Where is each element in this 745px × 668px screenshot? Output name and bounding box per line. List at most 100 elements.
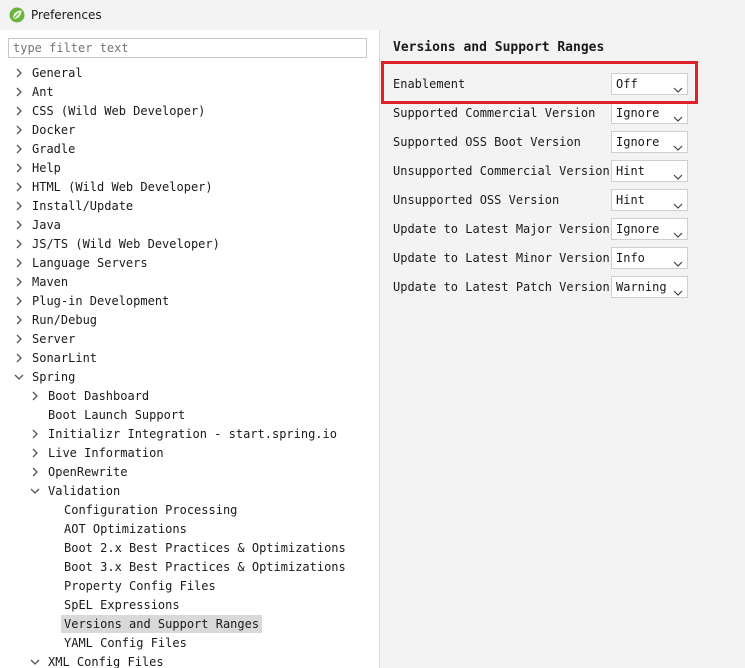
setting-select[interactable]: Ignore — [611, 102, 688, 124]
setting-label: Supported OSS Boot Version — [393, 135, 581, 149]
setting-select[interactable]: Ignore — [611, 131, 688, 153]
chevron-right-icon[interactable] — [29, 425, 41, 443]
tree-item[interactable]: Configuration Processing — [45, 501, 240, 519]
tree-item[interactable]: Docker — [13, 121, 78, 139]
tree-item[interactable]: HTML (Wild Web Developer) — [13, 178, 216, 196]
setting-select[interactable]: Info — [611, 247, 688, 269]
setting-row: Unsupported Commercial Version Hint — [393, 160, 745, 182]
tree-item[interactable]: Boot 3.x Best Practices & Optimizations — [45, 558, 349, 576]
tree-item[interactable]: YAML Config Files — [45, 634, 190, 652]
tree-item[interactable]: XML Config Files — [29, 653, 167, 668]
tree-item[interactable]: Boot 2.x Best Practices & Optimizations — [45, 539, 349, 557]
preferences-navigation-pane: General Ant CSS (Wild Web Developer) Docker… — [0, 30, 379, 668]
tree-item[interactable]: Ant — [13, 83, 57, 101]
chevron-down-icon[interactable] — [673, 138, 683, 158]
setting-row: Update to Latest Major Version Ignore — [393, 218, 745, 240]
tree-item[interactable]: Gradle — [13, 140, 78, 158]
tree-item-label: Maven — [32, 275, 69, 289]
chevron-right-icon[interactable] — [13, 216, 25, 234]
chevron-right-icon[interactable] — [13, 349, 25, 367]
setting-select[interactable]: Warning — [611, 276, 688, 298]
tree-item-label: JS/TS (Wild Web Developer) — [32, 237, 220, 251]
chevron-down-icon[interactable] — [673, 167, 683, 187]
filter-input[interactable] — [8, 38, 367, 58]
setting-select[interactable]: Ignore — [611, 218, 688, 240]
chevron-right-icon[interactable] — [13, 140, 25, 158]
chevron-down-icon[interactable] — [29, 653, 41, 668]
chevron-down-icon[interactable] — [673, 254, 683, 274]
chevron-down-icon[interactable] — [29, 482, 41, 500]
tree-item[interactable]: General — [13, 64, 86, 82]
chevron-down-icon[interactable] — [13, 368, 25, 386]
tree-item[interactable]: Maven — [13, 273, 71, 291]
tree-item-label: Ant — [32, 85, 54, 99]
tree-item-label: Boot 2.x Best Practices & Optimizations — [64, 541, 346, 555]
tree-item[interactable]: Property Config Files — [45, 577, 219, 595]
tree-item[interactable]: Install/Update — [13, 197, 136, 215]
chevron-right-icon[interactable] — [13, 102, 25, 120]
tree-item[interactable]: Versions and Support Ranges — [45, 615, 263, 633]
tree-item-label: Language Servers — [32, 256, 148, 270]
tree-item-label: Java — [32, 218, 61, 232]
tree-item[interactable]: SonarLint — [13, 349, 100, 367]
setting-row: Supported OSS Boot Version Ignore — [393, 131, 745, 153]
setting-select-value: Ignore — [616, 135, 660, 149]
tree-item[interactable]: Validation — [29, 482, 123, 500]
setting-select-value: Hint — [616, 193, 645, 207]
tree-item[interactable]: Language Servers — [13, 254, 151, 272]
chevron-right-icon[interactable] — [13, 235, 25, 253]
tree-item[interactable]: Spring — [13, 368, 78, 386]
tree-item[interactable]: Help — [13, 159, 64, 177]
enablement-highlight-annotation — [381, 61, 698, 104]
chevron-right-icon[interactable] — [29, 387, 41, 405]
chevron-down-icon[interactable] — [673, 283, 683, 303]
tree-item[interactable]: Java — [13, 216, 64, 234]
chevron-right-icon[interactable] — [13, 197, 25, 215]
chevron-down-icon[interactable] — [673, 196, 683, 216]
tree-item-label: Property Config Files — [64, 579, 216, 593]
chevron-right-icon[interactable] — [29, 463, 41, 481]
chevron-right-icon[interactable] — [13, 254, 25, 272]
tree-item-label: Server — [32, 332, 76, 346]
tree-item-label: Live Information — [48, 446, 164, 460]
tree-item[interactable]: Live Information — [29, 444, 167, 462]
spring-leaf-icon — [9, 7, 25, 23]
chevron-down-icon[interactable] — [673, 225, 683, 245]
chevron-right-icon[interactable] — [13, 159, 25, 177]
tree-item[interactable]: Plug-in Development — [13, 292, 172, 310]
tree-item-label: XML Config Files — [48, 655, 164, 668]
tree-item-label: Boot Launch Support — [48, 408, 186, 422]
tree-item-label: Spring — [32, 370, 76, 384]
chevron-right-icon[interactable] — [13, 292, 25, 310]
tree-item[interactable]: JS/TS (Wild Web Developer) — [13, 235, 223, 253]
setting-select[interactable]: Hint — [611, 160, 688, 182]
tree-item[interactable]: CSS (Wild Web Developer) — [13, 102, 208, 120]
chevron-down-icon[interactable] — [673, 109, 683, 129]
setting-label: Update to Latest Major Version — [393, 222, 610, 236]
tree-item-label: Boot Dashboard — [48, 389, 150, 403]
setting-select[interactable]: Hint — [611, 189, 688, 211]
tree-item-label: YAML Config Files — [64, 636, 187, 650]
tree-item[interactable]: Boot Launch Support — [29, 406, 188, 424]
chevron-right-icon[interactable] — [13, 273, 25, 291]
chevron-right-icon[interactable] — [13, 330, 25, 348]
tree-item[interactable]: Initializr Integration - start.spring.io — [29, 425, 340, 443]
tree-item[interactable]: OpenRewrite — [29, 463, 130, 481]
tree-item[interactable]: SpEL Expressions — [45, 596, 183, 614]
chevron-right-icon[interactable] — [13, 83, 25, 101]
tree-item[interactable]: AOT Optimizations — [45, 520, 190, 538]
chevron-right-icon[interactable] — [13, 311, 25, 329]
chevron-right-icon[interactable] — [13, 121, 25, 139]
chevron-right-icon[interactable] — [13, 64, 25, 82]
tree-item[interactable]: Run/Debug — [13, 311, 100, 329]
setting-label: Supported Commercial Version — [393, 106, 596, 120]
tree-item[interactable]: Boot Dashboard — [29, 387, 152, 405]
tree-item[interactable]: Server — [13, 330, 78, 348]
chevron-right-icon[interactable] — [13, 178, 25, 196]
chevron-right-icon[interactable] — [29, 444, 41, 462]
